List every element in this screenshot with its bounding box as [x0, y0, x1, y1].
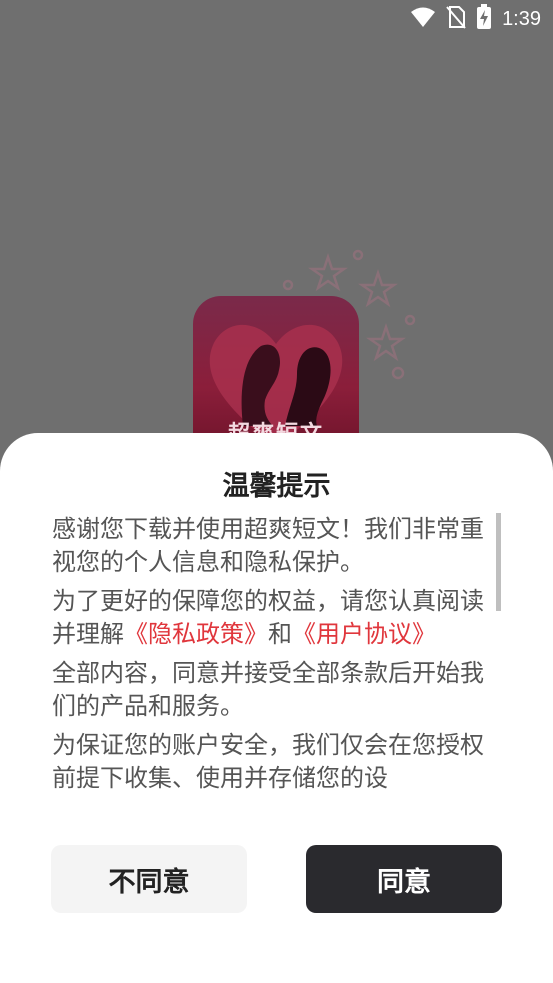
status-bar: 1:39 [0, 0, 553, 38]
disagree-button[interactable]: 不同意 [51, 845, 247, 913]
status-icons: 1:39 [410, 4, 541, 34]
user-agreement-link[interactable]: 《用户协议》 [292, 620, 436, 648]
dialog-and-text: 和 [268, 620, 292, 648]
status-time: 1:39 [502, 8, 541, 30]
privacy-dialog: 温馨提示 感谢您下载并使用超爽短文！我们非常重视您的个人信息和隐私保护。 为了更… [0, 433, 553, 983]
privacy-policy-link[interactable]: 《隐私政策》 [124, 620, 268, 648]
no-sim-icon [446, 5, 466, 33]
battery-charging-icon [476, 4, 492, 34]
dialog-content-scroll[interactable]: 感谢您下载并使用超爽短文！我们非常重视您的个人信息和隐私保护。 为了更好的保障您… [52, 513, 496, 815]
dialog-paragraph-3: 全部内容，同意并接受全部条款后开始我们的产品和服务。 [52, 659, 484, 720]
wifi-icon [410, 6, 436, 32]
dialog-paragraph-4: 为保证您的账户安全，我们仅会在您授权前提下收集、使用并存储您的设 [52, 731, 484, 792]
dialog-title: 温馨提示 [222, 471, 331, 502]
agree-button[interactable]: 同意 [306, 845, 502, 913]
dialog-paragraph-1: 感谢您下载并使用超爽短文！我们非常重视您的个人信息和隐私保护。 [52, 515, 484, 576]
content-scrollbar[interactable] [496, 513, 501, 611]
dialog-paragraph-2: 为了更好的保障您的权益，请您认真阅读并理解《隐私政策》和《用户协议》 [52, 585, 496, 651]
